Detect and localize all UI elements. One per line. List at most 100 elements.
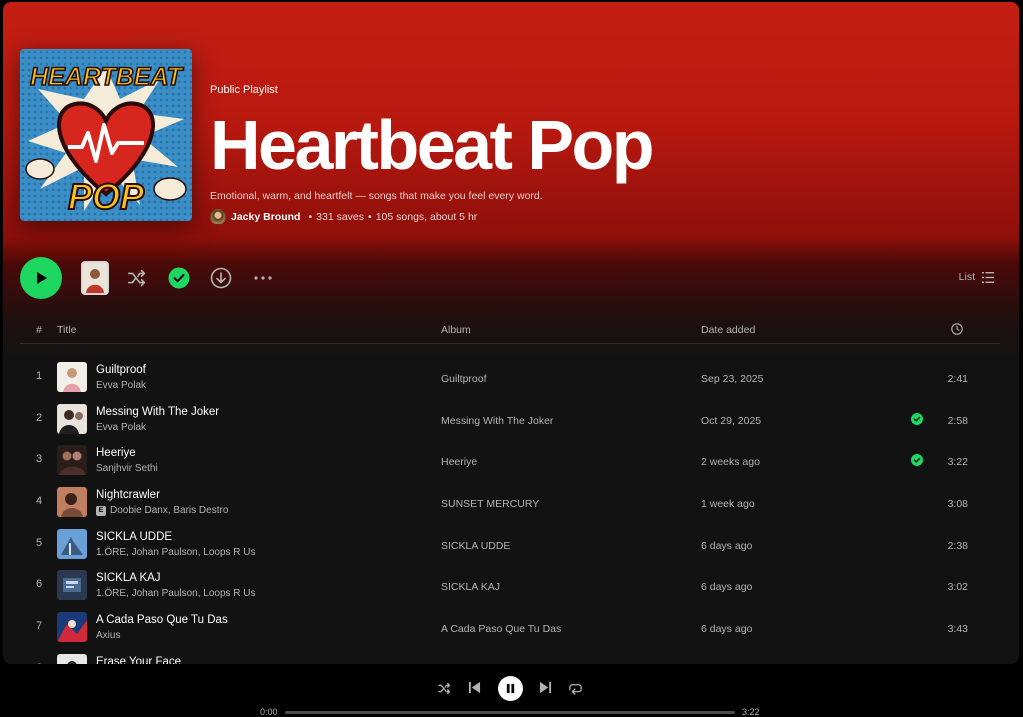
table-row[interactable]: 3 Heeriye Sanjhvir Sethi Heeriye 2 weeks…	[20, 439, 1000, 481]
album-art-icon	[57, 403, 87, 434]
track-title[interactable]: Nightcrawler	[96, 489, 160, 501]
track-duration: 3:08	[947, 498, 968, 511]
track-date-added: 6 days ago	[701, 581, 753, 594]
tracklist-header: # Title Album Date added	[20, 320, 1000, 344]
album-art-icon	[57, 487, 87, 518]
track-duration: 3:43	[947, 623, 968, 636]
view-toggle-label: List	[958, 271, 975, 283]
table-row[interactable]: 2 Messing With The Joker Evva Polak Mess…	[20, 398, 1000, 440]
more-options-button[interactable]	[251, 266, 275, 290]
download-button[interactable]	[209, 266, 233, 290]
list-icon	[982, 271, 994, 283]
track-artist[interactable]: 1.ÖRE, Johan Paulson, Loops R Us	[96, 547, 256, 558]
meta-separator: •	[308, 211, 313, 223]
table-row[interactable]: 1 Guiltproof Evva Polak Guiltproof Sep 2…	[20, 356, 1000, 398]
download-icon	[210, 267, 232, 289]
check-circle-icon	[168, 267, 190, 289]
track-duration: 2:38	[947, 539, 968, 552]
track-title[interactable]: A Cada Paso Que Tu Das	[96, 614, 228, 626]
track-album[interactable]: Heeriye	[441, 456, 477, 468]
track-artist-name[interactable]: 1.ÖRE, Johan Paulson, Loops R Us	[96, 547, 256, 558]
track-artist[interactable]: Evva Polak	[96, 380, 146, 391]
track-album[interactable]: SICKLA KAJ	[441, 581, 500, 593]
track-album[interactable]: SUNSET MERCURY	[441, 498, 539, 510]
column-album[interactable]: Album	[441, 324, 471, 336]
saved-to-library-button[interactable]	[167, 266, 191, 290]
track-artwork	[57, 362, 87, 392]
track-artist[interactable]: E Doobie Danx, Baris Destro	[96, 505, 228, 516]
shuffle-button[interactable]	[125, 266, 149, 290]
pause-button[interactable]	[498, 676, 523, 701]
preview-thumbnail[interactable]	[81, 261, 109, 295]
tracklist: 1 Guiltproof Evva Polak Guiltproof Sep 2…	[20, 356, 1000, 664]
track-artist-name[interactable]: 1.ÖRE, Johan Paulson, Loops R Us	[96, 588, 256, 599]
clock-icon	[951, 323, 963, 335]
track-artwork	[57, 487, 87, 518]
playlist-stats: 105 songs, about 5 hr	[375, 211, 478, 223]
track-artist[interactable]: Sanjhvir Sethi	[96, 463, 158, 474]
elapsed-time: 0:00	[260, 707, 278, 717]
previous-button[interactable]	[468, 681, 481, 694]
track-artist-name[interactable]: Evva Polak	[96, 422, 146, 433]
view-toggle[interactable]: List	[959, 271, 994, 283]
track-date-added: 6 days ago	[701, 539, 753, 552]
repeat-button[interactable]	[568, 681, 583, 696]
explicit-badge: E	[96, 505, 106, 516]
table-row[interactable]: 7 A Cada Paso Que Tu Das Axius A Cada Pa…	[20, 606, 1000, 648]
check-circle-icon[interactable]	[911, 412, 923, 425]
track-title[interactable]: Guiltproof	[96, 364, 146, 376]
owner-link[interactable]: Jacky Bround	[231, 211, 300, 223]
track-artwork	[57, 612, 87, 643]
skip-forward-icon	[539, 681, 552, 694]
playlist-meta: Jacky Bround • 331 saves • 105 songs, ab…	[210, 209, 652, 225]
track-artist[interactable]: 1.ÖRE, Johan Paulson, Loops R Us	[96, 588, 256, 599]
track-album[interactable]: SICKLA UDDE	[441, 540, 510, 552]
saves-count: 331 saves	[316, 211, 365, 223]
play-button[interactable]	[20, 257, 62, 299]
playlist-cover[interactable]: HEARTBEAT POP	[20, 49, 192, 221]
column-date-added[interactable]: Date added	[701, 324, 755, 336]
track-artist-name[interactable]: Sanjhvir Sethi	[96, 463, 158, 474]
shuffle-toggle[interactable]	[437, 681, 452, 696]
page-title[interactable]: Heartbeat Pop	[210, 110, 655, 180]
track-album[interactable]: Guiltproof	[441, 373, 487, 385]
track-number: 1	[35, 370, 43, 382]
track-title[interactable]: Erase Your Face	[96, 656, 181, 664]
track-title[interactable]: Heeriye	[96, 447, 136, 459]
table-row[interactable]: 6 SICKLA KAJ 1.ÖRE, Johan Paulson, Loops…	[20, 564, 1000, 606]
table-row[interactable]: 4 Nightcrawler E Doobie Danx, Baris Destr…	[20, 481, 1000, 523]
track-number: 3	[35, 453, 43, 466]
track-album[interactable]: Messing With The Joker	[441, 415, 553, 427]
track-number: 2	[35, 411, 43, 424]
playlist-description: Emotional, warm, and heartfelt — songs t…	[210, 190, 543, 202]
track-artwork	[57, 445, 87, 476]
track-artist[interactable]: Axius	[96, 630, 120, 641]
track-duration: 3:22	[947, 456, 968, 469]
track-title[interactable]: Messing With The Joker	[96, 406, 219, 418]
track-date-added: 1 week ago	[701, 498, 755, 511]
track-artist-name[interactable]: Doobie Danx, Baris Destro	[110, 505, 228, 516]
track-artist-name[interactable]: Axius	[96, 630, 120, 641]
track-artwork	[57, 570, 87, 601]
track-album[interactable]: A Cada Paso Que Tu Das	[441, 623, 561, 635]
column-title[interactable]: Title	[57, 324, 76, 336]
track-title[interactable]: SICKLA KAJ	[96, 572, 161, 584]
track-duration: 2:41	[947, 373, 968, 385]
table-row[interactable]: 5 SICKLA UDDE 1.ÖRE, Johan Paulson, Loop…	[20, 523, 1000, 565]
person-thumbnail-icon	[83, 263, 107, 293]
track-artist-name[interactable]: Evva Polak	[96, 380, 146, 391]
album-art-icon	[57, 445, 87, 476]
total-time: 3:22	[742, 707, 760, 717]
column-duration[interactable]	[951, 323, 963, 338]
track-artist[interactable]: Evva Polak	[96, 422, 146, 433]
play-icon	[37, 272, 47, 284]
track-title[interactable]: SICKLA UDDE	[96, 531, 172, 543]
check-circle-icon[interactable]	[911, 454, 923, 467]
track-date-added: 2 weeks ago	[701, 456, 760, 469]
track-date-added: Sep 23, 2025	[701, 373, 764, 385]
next-button[interactable]	[539, 681, 552, 694]
table-row[interactable]: 8 Erase Your Face	[20, 648, 1000, 664]
playlist-header: Public Playlist Heartbeat Pop Emotional,…	[210, 84, 655, 225]
track-duration: 3:02	[947, 581, 968, 594]
avatar[interactable]	[210, 209, 226, 225]
